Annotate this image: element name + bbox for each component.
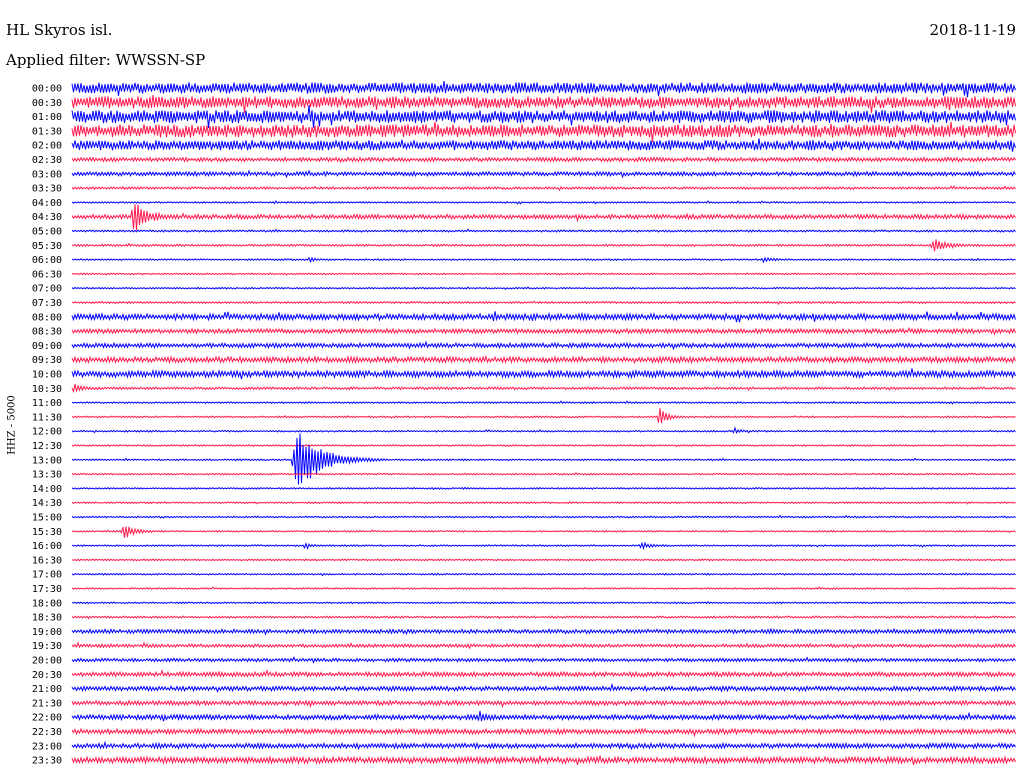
seismic-trace [71, 400, 1016, 405]
seismic-trace [71, 354, 1016, 365]
row-time-label: 12:30 [32, 441, 62, 452]
seismic-trace [71, 311, 1016, 323]
row-time-label: 17:30 [32, 584, 62, 595]
row-time-label: 14:00 [32, 484, 62, 495]
row-time-label: 03:30 [32, 184, 62, 195]
seismic-trace [71, 526, 1016, 538]
row-time-label: 15:30 [32, 527, 62, 538]
seismic-trace [71, 514, 1016, 519]
seismic-trace [71, 601, 1016, 605]
seismic-trace [71, 228, 1016, 233]
row-time-label: 22:00 [32, 713, 62, 724]
row-time-label: 09:30 [32, 355, 62, 366]
row-time-label: 01:30 [32, 126, 62, 137]
seismic-trace [71, 138, 1016, 152]
row-time-label: 20:00 [32, 656, 62, 667]
seismic-trace [71, 727, 1016, 738]
row-time-label: 00:00 [32, 84, 62, 95]
seismic-trace [71, 443, 1016, 448]
row-time-label: 07:00 [32, 284, 62, 295]
row-time-label: 21:00 [32, 684, 62, 695]
row-time-label: 10:30 [32, 384, 62, 395]
seismic-trace [71, 368, 1016, 380]
row-time-label: 15:00 [32, 513, 62, 524]
row-time-label: 02:00 [32, 141, 62, 152]
seismic-trace [71, 627, 1016, 636]
row-time-label: 18:00 [32, 598, 62, 609]
row-time-label: 18:30 [32, 613, 62, 624]
seismic-trace [71, 586, 1016, 591]
row-time-label: 22:30 [32, 727, 62, 738]
row-time-label: 09:00 [32, 341, 62, 352]
row-time-label: 02:30 [32, 155, 62, 166]
row-time-label: 06:30 [32, 269, 62, 280]
seismic-trace [71, 326, 1016, 336]
seismic-trace [71, 81, 1016, 98]
seismic-trace [71, 541, 1016, 551]
seismic-trace [71, 408, 1016, 424]
seismic-trace [71, 95, 1016, 114]
row-time-label: 21:30 [32, 698, 62, 709]
seismic-trace [71, 200, 1016, 205]
row-time-label: 23:00 [32, 741, 62, 752]
row-time-label: 14:30 [32, 498, 62, 509]
seismic-trace [71, 204, 1016, 231]
seismic-trace [71, 105, 1016, 129]
seismic-trace [71, 384, 1016, 394]
row-time-label: 16:30 [32, 555, 62, 566]
seismic-trace [71, 740, 1016, 751]
seismic-trace [71, 641, 1016, 650]
row-time-label: 19:30 [32, 641, 62, 652]
row-time-label: 06:00 [32, 255, 62, 266]
seismic-trace [71, 426, 1016, 435]
seismic-trace [71, 433, 1016, 485]
row-time-label: 12:00 [32, 427, 62, 438]
seismic-trace [71, 558, 1016, 562]
seismic-trace [71, 239, 1016, 252]
row-time-label: 11:30 [32, 412, 62, 423]
row-time-label: 13:00 [32, 455, 62, 466]
row-time-label: 04:00 [32, 198, 62, 209]
seismic-trace [71, 682, 1016, 694]
row-time-label: 17:00 [32, 570, 62, 581]
seismic-trace [71, 272, 1016, 276]
row-time-label: 05:00 [32, 227, 62, 238]
seismic-trace [71, 711, 1016, 722]
row-time-label: 00:30 [32, 98, 62, 109]
row-time-label: 08:00 [32, 312, 62, 323]
row-time-label: 07:30 [32, 298, 62, 309]
seismic-trace [71, 156, 1016, 164]
row-time-label: 16:00 [32, 541, 62, 552]
seismic-trace [71, 286, 1016, 291]
seismic-trace [71, 572, 1016, 577]
seismic-trace [71, 169, 1016, 179]
row-time-label: 05:30 [32, 241, 62, 252]
seismic-trace [71, 256, 1016, 264]
seismic-trace [71, 471, 1016, 476]
row-time-label: 13:30 [32, 470, 62, 481]
row-time-label: 23:30 [32, 756, 62, 767]
seismic-trace [71, 185, 1016, 192]
helicorder-plot: 00:00 00:30 01:00 01:30 02:00 02:30 03:00 03:30… [32, 81, 1016, 767]
seismic-trace [71, 656, 1016, 664]
row-time-label: 08:30 [32, 327, 62, 338]
row-time-label: 04:30 [32, 212, 62, 223]
seismic-trace [71, 501, 1016, 505]
row-time-label: 20:30 [32, 670, 62, 681]
seismic-trace [71, 668, 1016, 679]
row-time-label: 03:00 [32, 169, 62, 180]
seismic-trace [71, 486, 1016, 491]
seismic-trace [71, 300, 1016, 306]
seismic-trace [71, 340, 1016, 351]
row-time-label: 01:00 [32, 112, 62, 123]
row-time-label: 19:00 [32, 627, 62, 638]
seismic-trace [71, 121, 1016, 143]
row-time-label: 10:00 [32, 370, 62, 381]
seismic-trace [71, 699, 1016, 709]
seismic-trace [71, 615, 1016, 620]
row-time-label: 11:00 [32, 398, 62, 409]
seismic-trace [71, 755, 1016, 766]
